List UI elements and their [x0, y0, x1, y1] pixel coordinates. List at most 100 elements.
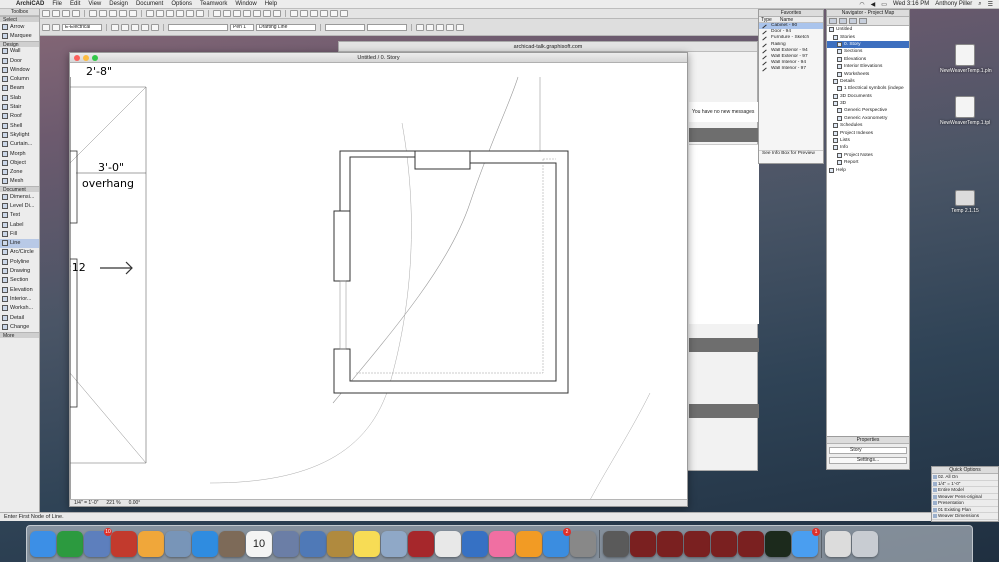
gimp-icon[interactable] — [219, 531, 245, 557]
messages-icon[interactable]: 1 — [792, 528, 820, 557]
navigator-item[interactable]: Details — [827, 78, 909, 85]
slab-tool-button[interactable] — [156, 10, 164, 17]
archicad-icon[interactable]: 10 — [84, 528, 112, 557]
navigator-item[interactable]: Report — [827, 159, 909, 166]
layers-button[interactable] — [243, 10, 251, 17]
desktop-icon-pln[interactable]: NewWeaverTemp.1.pln — [940, 44, 992, 74]
navigator-button[interactable] — [320, 10, 328, 17]
tool-marquee[interactable]: Marquee — [0, 31, 39, 40]
window-thumb-4[interactable] — [684, 531, 710, 557]
calendar-icon[interactable]: 10 — [246, 531, 272, 557]
menu-window[interactable]: Window — [231, 1, 260, 7]
undo-button[interactable] — [89, 10, 97, 17]
spotlight-icon[interactable]: ⌕ — [978, 1, 981, 8]
tool-label[interactable]: Label — [0, 220, 39, 229]
zone-tool-button[interactable] — [176, 10, 184, 17]
paste-button[interactable] — [129, 10, 137, 17]
tool-mesh[interactable]: Mesh — [0, 177, 39, 186]
angle-readout[interactable]: 0.00° — [129, 500, 141, 506]
menu-app-name[interactable]: ArchiCAD — [12, 1, 48, 7]
elevation-window-button[interactable] — [310, 10, 318, 17]
snap-mini-button[interactable] — [436, 23, 444, 31]
redo-button[interactable] — [99, 10, 107, 17]
menu-document[interactable]: Document — [132, 1, 167, 7]
menu-options[interactable]: Options — [167, 1, 196, 7]
tool-window[interactable]: Window — [0, 65, 39, 74]
keynote-icon[interactable] — [462, 531, 488, 557]
navigator-item[interactable]: Info — [827, 144, 909, 151]
settings-button[interactable]: Settings... — [829, 457, 907, 464]
navigator-item[interactable]: Worksheets — [827, 70, 909, 77]
copy-button[interactable] — [119, 10, 127, 17]
arrow-tool-mini-button[interactable] — [416, 23, 424, 31]
rectangle-button[interactable] — [141, 23, 149, 31]
navigator-item[interactable]: Sections — [827, 48, 909, 55]
tool-stair[interactable]: Stair — [0, 102, 39, 111]
story-field[interactable]: Story — [829, 447, 907, 454]
text-tool-button[interactable] — [196, 10, 204, 17]
browser-url-bar[interactable]: archicad-talk.graphisoft.com — [339, 42, 757, 52]
trace-button[interactable] — [233, 10, 241, 17]
tool-elevation[interactable]: Elevation — [0, 285, 39, 294]
line-type-straight-button[interactable] — [52, 23, 60, 31]
tool-wall[interactable]: Wall — [0, 47, 39, 56]
toolbox-section-more[interactable]: More — [0, 331, 39, 339]
desktop-icon-drive[interactable]: Temp 2.1.15 — [940, 186, 990, 214]
system-preferences-icon[interactable] — [570, 531, 596, 557]
photos-icon[interactable] — [138, 531, 164, 557]
desktop-icon-tpl[interactable]: NewWeaverTemp.1.tpl — [940, 96, 990, 126]
tool-section[interactable]: Section — [0, 276, 39, 285]
tool-arrow[interactable]: Arrow — [0, 22, 39, 31]
window-thumb-3[interactable] — [657, 531, 683, 557]
navigator-item[interactable]: Untitled — [827, 26, 909, 33]
fit-window-button[interactable] — [273, 10, 281, 17]
section-window-button[interactable] — [300, 10, 308, 17]
line-category-select[interactable]: Drafting Line — [256, 23, 316, 31]
tool-drawing[interactable]: Drawing — [0, 266, 39, 275]
quick-option-row[interactable]: Weaver Dimensions — [932, 513, 998, 520]
geometry-method-button[interactable] — [42, 23, 50, 31]
tool-curtain[interactable]: Curtain... — [0, 140, 39, 149]
publisher-tab[interactable] — [859, 18, 867, 24]
zoom-window-button[interactable] — [92, 55, 98, 61]
tool-object[interactable]: Object — [0, 158, 39, 167]
menu-file[interactable]: File — [48, 1, 66, 7]
line-style-select[interactable] — [168, 23, 228, 31]
close-window-button[interactable] — [74, 55, 80, 61]
info-box-button[interactable] — [330, 10, 338, 17]
menu-view[interactable]: View — [84, 1, 105, 7]
downloads-icon[interactable] — [825, 531, 851, 557]
xcode-icon[interactable] — [300, 531, 326, 557]
navigator-item[interactable]: Elevations — [827, 56, 909, 63]
launchpad-icon[interactable] — [273, 531, 299, 557]
wall-tool-button[interactable] — [146, 10, 154, 17]
menu-help[interactable]: Help — [261, 1, 281, 7]
scale-readout[interactable]: 1/4" = 1'-0" — [74, 500, 98, 506]
options-mini-button[interactable] — [456, 23, 464, 31]
navigator-item[interactable]: Project Notes — [827, 152, 909, 159]
window-thumb-5[interactable] — [711, 531, 737, 557]
save-button[interactable] — [62, 10, 70, 17]
tool-column[interactable]: Column — [0, 74, 39, 83]
cut-button[interactable] — [109, 10, 117, 17]
line-button[interactable] — [111, 23, 119, 31]
pen-select[interactable]: Pen 1 — [230, 23, 254, 31]
battery-icon[interactable]: ▭ — [881, 1, 887, 8]
favorites-col-name[interactable]: Name — [780, 17, 793, 23]
zoom-out-button[interactable] — [263, 10, 271, 17]
sketchup-icon[interactable] — [111, 531, 137, 557]
rotated-rect-button[interactable] — [151, 23, 159, 31]
tool-beam[interactable]: Beam — [0, 84, 39, 93]
navigator-item[interactable]: Generic Perspective — [827, 107, 909, 114]
navigator-item[interactable]: Help — [827, 166, 909, 173]
itunes-icon[interactable] — [489, 531, 515, 557]
notes-icon[interactable] — [354, 531, 380, 557]
dimension-tool-button[interactable] — [186, 10, 194, 17]
safari-icon[interactable] — [192, 531, 218, 557]
navigator-item[interactable]: 1 Electrical symbols (indepe — [827, 85, 909, 92]
tool-detail[interactable]: Detail — [0, 313, 39, 322]
tool-morph[interactable]: Morph — [0, 149, 39, 158]
arc-button[interactable] — [121, 23, 129, 31]
tool-skylight[interactable]: Skylight — [0, 130, 39, 139]
navigator-item[interactable]: 0. Story — [827, 40, 909, 49]
